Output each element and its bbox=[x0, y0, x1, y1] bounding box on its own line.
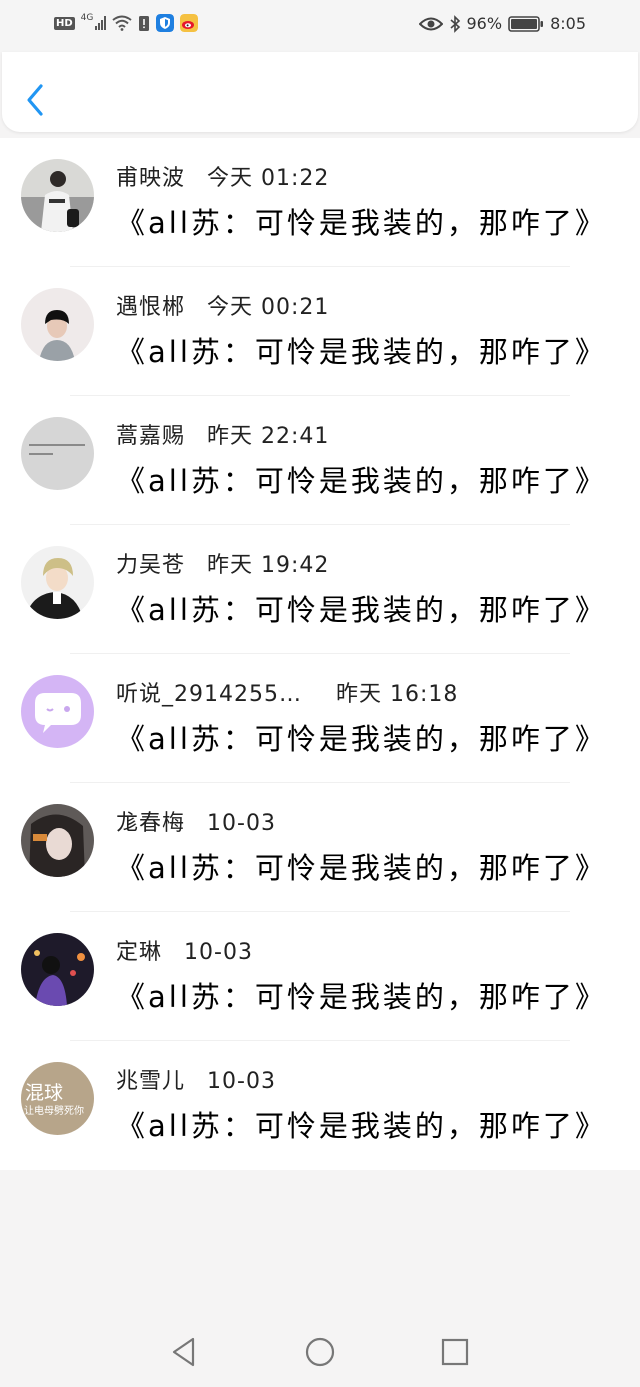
list-item[interactable]: 定琳 10-03 《all苏：可怜是我装的，那咋了》 bbox=[0, 912, 640, 1041]
comment-meta: 听说_2914255… 昨天 16:18 bbox=[116, 676, 458, 708]
status-left-icons: HD 4G bbox=[54, 13, 199, 32]
username[interactable]: 甫映波 bbox=[116, 166, 185, 191]
system-nav-bar bbox=[0, 1316, 640, 1387]
hd-icon: HD bbox=[54, 16, 75, 30]
username[interactable]: 蒿嘉赐 bbox=[116, 424, 185, 449]
sim-alert-icon bbox=[139, 16, 150, 31]
timestamp: 昨天 22:41 bbox=[207, 424, 330, 449]
avatar-text-main: 混球 bbox=[25, 1082, 64, 1104]
top-header bbox=[2, 52, 638, 132]
battery-icon bbox=[508, 15, 544, 32]
timestamp: 10-03 bbox=[184, 940, 253, 965]
username[interactable]: 兆雪儿 bbox=[116, 1069, 185, 1094]
comment-meta: 甫映波 今天 01:22 bbox=[116, 160, 329, 192]
status-bar: HD 4G 96% 8:05 bbox=[0, 0, 640, 52]
comment-meta: 遇恨郴 今天 00:21 bbox=[116, 289, 329, 321]
comment-list: 甫映波 今天 01:22 《all苏：可怜是我装的，那咋了》 遇恨郴 今天 00:2… bbox=[0, 138, 640, 1170]
timestamp: 昨天 16:18 bbox=[335, 682, 459, 707]
timestamp: 昨天 19:42 bbox=[207, 553, 330, 578]
username[interactable]: 遇恨郴 bbox=[116, 295, 185, 320]
list-item[interactable]: 听说_2914255… 昨天 16:18 《all苏：可怜是我装的，那咋了》 bbox=[0, 654, 640, 783]
bluetooth-icon bbox=[449, 14, 460, 33]
chevron-left-icon[interactable] bbox=[24, 82, 48, 118]
username[interactable]: 尨春梅 bbox=[116, 811, 185, 836]
list-item[interactable]: 蒿嘉赐 昨天 22:41 《all苏：可怜是我装的，那咋了》 bbox=[0, 396, 640, 525]
timestamp: 今天 00:21 bbox=[207, 295, 330, 320]
comment-meta: 蒿嘉赐 昨天 22:41 bbox=[116, 418, 329, 450]
avatar[interactable] bbox=[21, 675, 94, 748]
comment-text: 《all苏：可怜是我装的，那咋了》 bbox=[116, 722, 607, 756]
list-item[interactable]: 混球 让电母劈死你 兆雪儿 10-03 《all苏：可怜是我装的，那咋了》 bbox=[0, 1041, 640, 1170]
eye-icon bbox=[418, 17, 443, 30]
comment-text: 《all苏：可怜是我装的，那咋了》 bbox=[116, 335, 607, 369]
wifi-icon bbox=[112, 15, 132, 31]
circle-home-icon[interactable] bbox=[304, 1336, 336, 1368]
network-type-label: 4G bbox=[80, 13, 94, 23]
comment-text: 《all苏：可怜是我装的，那咋了》 bbox=[116, 206, 607, 240]
status-time: 8:05 bbox=[550, 14, 586, 33]
comment-text: 《all苏：可怜是我装的，那咋了》 bbox=[116, 851, 607, 885]
avatar[interactable] bbox=[21, 933, 94, 1006]
avatar[interactable] bbox=[21, 159, 94, 232]
username[interactable]: 听说_2914255… bbox=[116, 682, 302, 707]
username[interactable]: 力吴苍 bbox=[116, 553, 185, 578]
avatar[interactable] bbox=[21, 546, 94, 619]
avatar[interactable] bbox=[21, 417, 94, 490]
comment-text: 《all苏：可怜是我装的，那咋了》 bbox=[116, 464, 607, 498]
list-item[interactable]: 尨春梅 10-03 《all苏：可怜是我装的，那咋了》 bbox=[0, 783, 640, 912]
avatar[interactable] bbox=[21, 804, 94, 877]
avatar-text-sub: 让电母劈死你 bbox=[24, 1106, 84, 1117]
timestamp: 今天 01:22 bbox=[207, 166, 330, 191]
shield-app-icon bbox=[156, 14, 175, 32]
signal-icon bbox=[95, 16, 107, 30]
username[interactable]: 定琳 bbox=[116, 940, 162, 965]
comment-meta: 尨春梅 10-03 bbox=[116, 805, 276, 837]
weibo-icon bbox=[180, 14, 199, 32]
comment-meta: 兆雪儿 10-03 bbox=[116, 1063, 276, 1095]
avatar[interactable]: 混球 让电母劈死你 bbox=[21, 1062, 94, 1135]
square-recents-icon[interactable] bbox=[440, 1337, 470, 1367]
list-item[interactable]: 遇恨郴 今天 00:21 《all苏：可怜是我装的，那咋了》 bbox=[0, 267, 640, 396]
status-right-icons: 96% 8:05 bbox=[418, 14, 586, 33]
triangle-back-icon[interactable] bbox=[170, 1336, 198, 1368]
comment-meta: 定琳 10-03 bbox=[116, 934, 253, 966]
comment-meta: 力吴苍 昨天 19:42 bbox=[116, 547, 329, 579]
timestamp: 10-03 bbox=[207, 1069, 276, 1094]
list-item[interactable]: 力吴苍 昨天 19:42 《all苏：可怜是我装的，那咋了》 bbox=[0, 525, 640, 654]
battery-percent: 96% bbox=[466, 14, 503, 33]
list-item[interactable]: 甫映波 今天 01:22 《all苏：可怜是我装的，那咋了》 bbox=[0, 138, 640, 267]
comment-text: 《all苏：可怜是我装的，那咋了》 bbox=[116, 980, 607, 1014]
comment-text: 《all苏：可怜是我装的，那咋了》 bbox=[116, 1109, 607, 1143]
comment-text: 《all苏：可怜是我装的，那咋了》 bbox=[116, 593, 607, 627]
avatar[interactable] bbox=[21, 288, 94, 361]
timestamp: 10-03 bbox=[207, 811, 276, 836]
